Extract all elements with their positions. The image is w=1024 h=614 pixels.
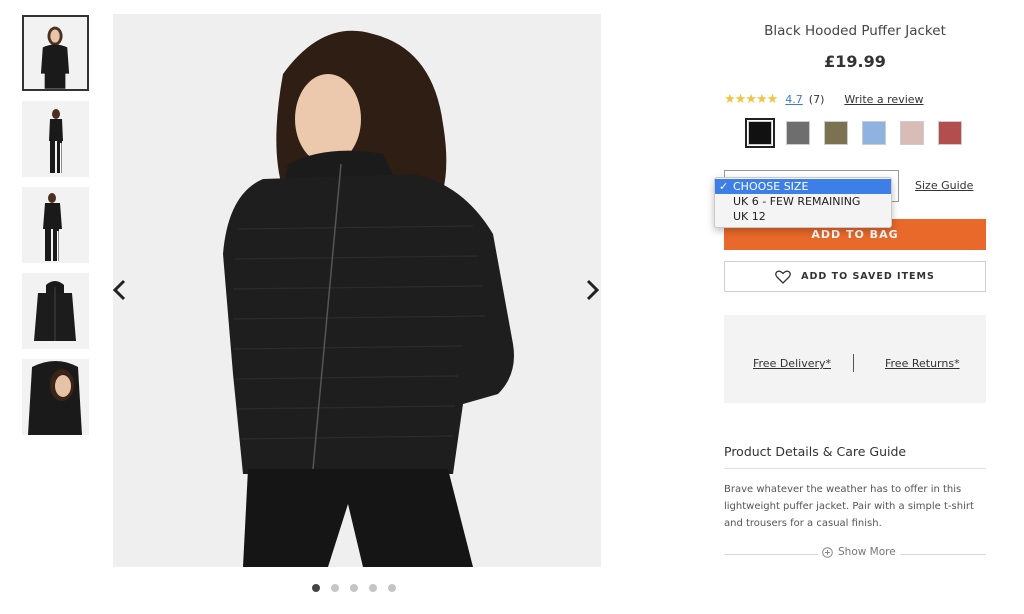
size-option-label: UK 6 - FEW REMAINING (733, 195, 861, 208)
plus-circle-icon (822, 546, 833, 558)
show-more-divider-right (894, 554, 986, 555)
next-image-arrow-icon[interactable] (582, 278, 602, 302)
size-dropdown-menu: ✓ CHOOSE SIZE UK 6 - FEW REMAINING UK 12 (714, 177, 892, 228)
swatch-grey[interactable] (786, 121, 810, 145)
write-review-link[interactable]: Write a review (844, 93, 923, 106)
add-to-saved-items-button[interactable]: ADD TO SAVED ITEMS (724, 261, 986, 292)
thumbnail-strip (22, 15, 90, 445)
thumbnail-1[interactable] (22, 15, 89, 91)
swatch-red[interactable] (938, 121, 962, 145)
thumbnail-2[interactable] (22, 101, 89, 177)
star-rating-icon: ★★★★★ (724, 92, 778, 107)
thumbnail-4[interactable] (22, 273, 89, 349)
product-price: £19.99 (824, 52, 886, 71)
product-title: Black Hooded Puffer Jacket (764, 23, 946, 39)
gallery-dot-5[interactable] (388, 584, 396, 592)
size-guide-link[interactable]: Size Guide (915, 179, 973, 192)
swatch-light-blue[interactable] (862, 121, 886, 145)
details-heading: Product Details & Care Guide (724, 444, 907, 459)
size-option-uk12[interactable]: UK 12 (715, 209, 891, 224)
show-more-row: Show More (724, 546, 986, 562)
prev-image-arrow-icon[interactable] (110, 278, 130, 302)
size-option-label: UK 12 (733, 210, 766, 223)
show-more-button[interactable]: Show More (818, 546, 900, 558)
gallery-dot-1[interactable] (312, 584, 320, 592)
show-more-divider-left (724, 554, 818, 555)
checkmark-icon: ✓ (719, 180, 729, 193)
gallery-dot-3[interactable] (350, 584, 358, 592)
gallery-pagination (312, 584, 396, 592)
heart-icon (775, 270, 792, 284)
rating-row: ★★★★★ 4.7 (7) Write a review (724, 92, 924, 107)
show-more-label: Show More (838, 546, 896, 558)
rating-count: (7) (808, 93, 825, 106)
swatch-black[interactable] (745, 118, 775, 148)
delivery-info-box: Free Delivery* Free Returns* (724, 315, 986, 403)
swatch-khaki[interactable] (824, 121, 848, 145)
main-product-image (113, 14, 601, 567)
color-swatches (745, 118, 962, 148)
details-divider (724, 468, 986, 469)
size-option-choose[interactable]: ✓ CHOOSE SIZE (715, 179, 891, 194)
delivery-separator (853, 354, 854, 372)
free-returns-link[interactable]: Free Returns* (885, 357, 960, 370)
thumbnail-5[interactable] (22, 359, 89, 435)
gallery-dot-4[interactable] (369, 584, 377, 592)
gallery-dot-2[interactable] (331, 584, 339, 592)
rating-value-link[interactable]: 4.7 (785, 93, 803, 106)
thumbnail-3[interactable] (22, 187, 89, 263)
save-button-label: ADD TO SAVED ITEMS (801, 271, 935, 282)
swatch-pink[interactable] (900, 121, 924, 145)
free-delivery-link[interactable]: Free Delivery* (753, 357, 831, 370)
details-description: Brave whatever the weather has to offer … (724, 484, 974, 529)
size-option-uk6[interactable]: UK 6 - FEW REMAINING (715, 194, 891, 209)
size-option-label: CHOOSE SIZE (733, 180, 809, 193)
